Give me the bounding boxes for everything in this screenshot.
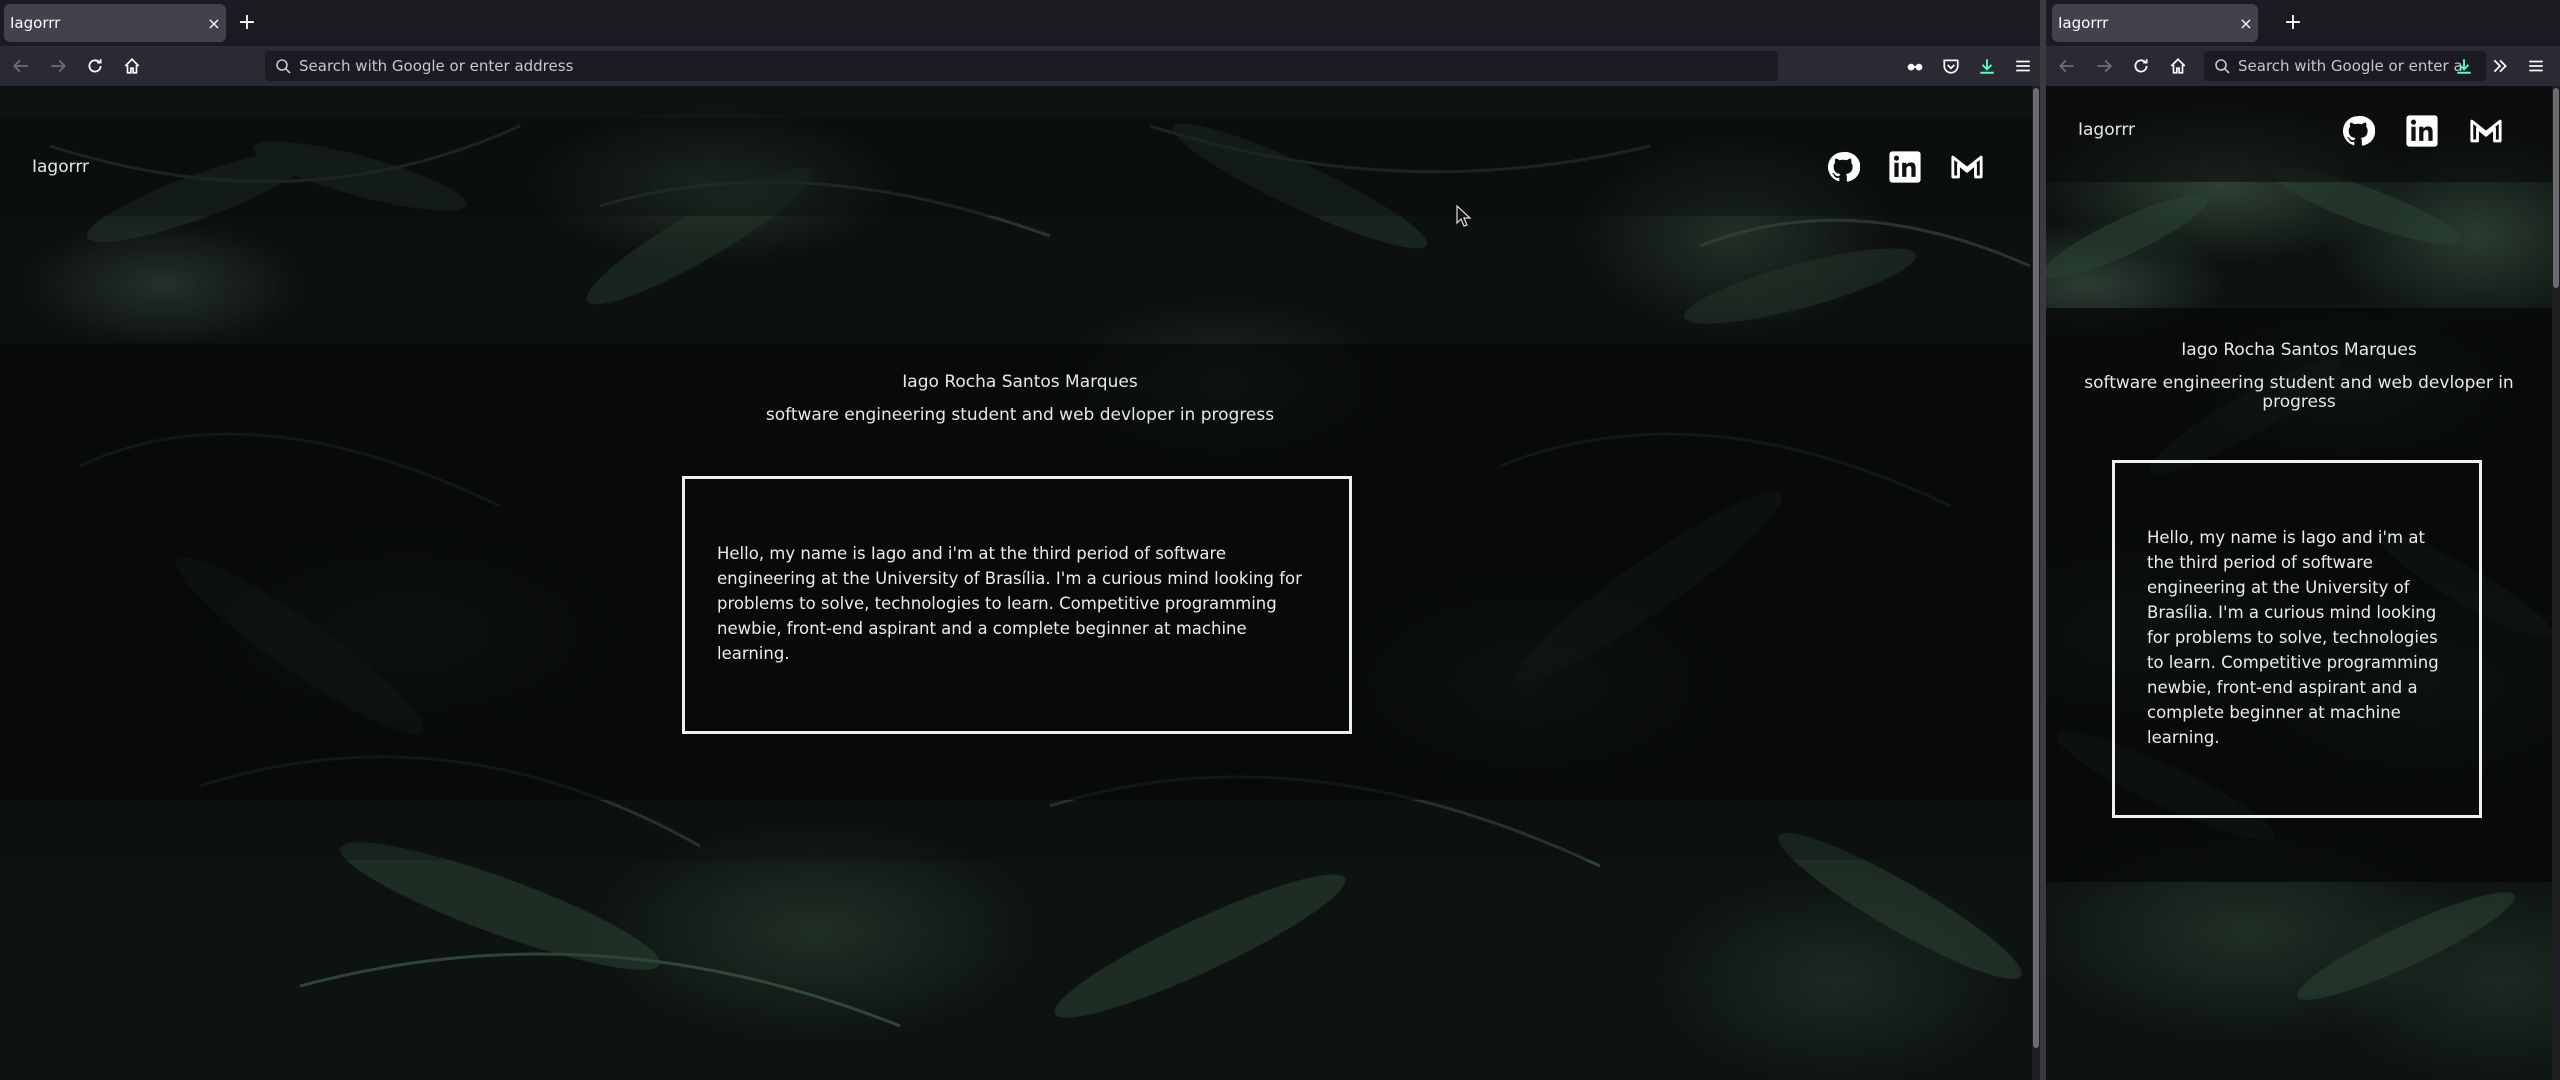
gmail-link[interactable] <box>1950 150 1984 184</box>
browser-window-left: Iagorrr × + Search with Google or enter … <box>0 0 2040 1080</box>
new-tab-button[interactable]: + <box>2278 8 2308 38</box>
site-header: Iagorrr <box>2046 86 2552 182</box>
hero-name: Iago Rocha Santos Marques <box>2181 340 2417 360</box>
back-arrow-icon <box>2058 59 2074 73</box>
bio-box: Hello, my name is Iago and i'm at the th… <box>682 476 1352 734</box>
reload-icon <box>2134 59 2148 73</box>
site-brand[interactable]: Iagorrr <box>2078 120 2135 140</box>
menu-button[interactable] <box>2007 50 2039 82</box>
browser-tab[interactable]: Iagorrr × <box>4 4 226 42</box>
forward-arrow-icon <box>51 59 67 73</box>
linkedin-icon <box>2406 115 2438 147</box>
linkedin-icon <box>1889 151 1921 183</box>
home-icon <box>124 58 140 74</box>
download-icon <box>2457 59 2471 74</box>
page-scrollbar[interactable] <box>2552 86 2560 1080</box>
back-button[interactable] <box>2051 50 2083 82</box>
hamburger-menu-icon <box>2016 60 2030 72</box>
page-viewport: Iagorrr Iago Rocha Santos Marques softwa… <box>0 86 2040 1080</box>
mouse-cursor-icon <box>1456 205 1472 227</box>
browser-window-right: Iagorrr × + Search with Google or enter … <box>2046 0 2560 1080</box>
tab-close-button[interactable]: × <box>2234 14 2258 33</box>
hero-subtitle: software engineering student and web dev… <box>765 405 1275 425</box>
tab-title: Iagorrr <box>10 14 61 32</box>
gmail-icon <box>2470 119 2502 143</box>
home-button[interactable] <box>2162 50 2194 82</box>
reload-icon <box>88 59 102 73</box>
social-links <box>1826 150 1984 184</box>
forward-button[interactable] <box>2088 50 2120 82</box>
back-button[interactable] <box>5 50 37 82</box>
tab-close-button[interactable]: × <box>202 14 226 33</box>
social-links <box>2341 114 2503 148</box>
gmail-icon <box>1951 155 1983 179</box>
spacer-band <box>0 216 2040 344</box>
linkedin-link[interactable] <box>2405 114 2439 148</box>
scrollbar-thumb[interactable] <box>2033 88 2039 1048</box>
page-viewport: Iagorrr Iago Rocha Santos Marques softwa… <box>2046 86 2552 1080</box>
nav-toolbar: Search with Google or enter address <box>0 46 2040 86</box>
menu-button[interactable] <box>2520 50 2552 82</box>
site-brand[interactable]: Iagorrr <box>32 157 89 177</box>
search-icon <box>276 59 291 74</box>
downloads-button[interactable] <box>2448 50 2480 82</box>
bio-text: Hello, my name is Iago and i'm at the th… <box>2147 528 2439 747</box>
tab-bar: Iagorrr × + <box>2046 0 2560 46</box>
scrollbar-thumb[interactable] <box>2553 88 2559 288</box>
url-bar[interactable]: Search with Google or enter address <box>265 51 1778 81</box>
toolbar-right <box>2444 50 2552 82</box>
hero-subtitle: software engineering student and web dev… <box>2084 373 2514 412</box>
home-icon <box>2170 58 2186 74</box>
gmail-link[interactable] <box>2469 114 2503 148</box>
private-mask-button[interactable] <box>1899 50 1931 82</box>
downloads-button[interactable] <box>1971 50 2003 82</box>
hero-name: Iago Rocha Santos Marques <box>902 372 1138 392</box>
pocket-button[interactable] <box>1935 50 1967 82</box>
browser-tab[interactable]: Iagorrr × <box>2052 4 2258 42</box>
github-link[interactable] <box>1826 150 1860 184</box>
bio-box: Hello, my name is Iago and i'm at the th… <box>2112 460 2482 818</box>
overflow-button[interactable] <box>2484 50 2516 82</box>
hamburger-menu-icon <box>2529 60 2543 72</box>
github-icon <box>1827 151 1860 182</box>
mask-icon <box>1907 63 1923 71</box>
github-link[interactable] <box>2341 114 2375 148</box>
reload-button[interactable] <box>2125 50 2157 82</box>
page-scrollbar[interactable] <box>2032 86 2040 1080</box>
github-icon <box>2342 115 2375 146</box>
forward-button[interactable] <box>42 50 74 82</box>
site-header: Iagorrr <box>0 118 2040 216</box>
footer-band <box>0 800 2040 860</box>
chevron-double-right-icon <box>2493 59 2507 73</box>
back-arrow-icon <box>12 59 28 73</box>
tab-title: Iagorrr <box>2058 14 2109 32</box>
home-button[interactable] <box>116 50 148 82</box>
search-icon <box>2215 59 2230 74</box>
toolbar-right <box>1895 50 2039 82</box>
nav-toolbar: Search with Google or enter a <box>2046 46 2560 86</box>
bio-text: Hello, my name is Iago and i'm at the th… <box>717 544 1302 663</box>
download-icon <box>1980 59 1994 74</box>
url-placeholder: Search with Google or enter address <box>299 57 574 75</box>
reload-button[interactable] <box>79 50 111 82</box>
url-placeholder: Search with Google or enter a <box>2238 57 2463 75</box>
pocket-icon <box>1943 59 1959 74</box>
tab-bar: Iagorrr × + <box>0 0 2040 46</box>
forward-arrow-icon <box>2097 59 2113 73</box>
new-tab-button[interactable]: + <box>232 8 262 38</box>
linkedin-link[interactable] <box>1888 150 1922 184</box>
